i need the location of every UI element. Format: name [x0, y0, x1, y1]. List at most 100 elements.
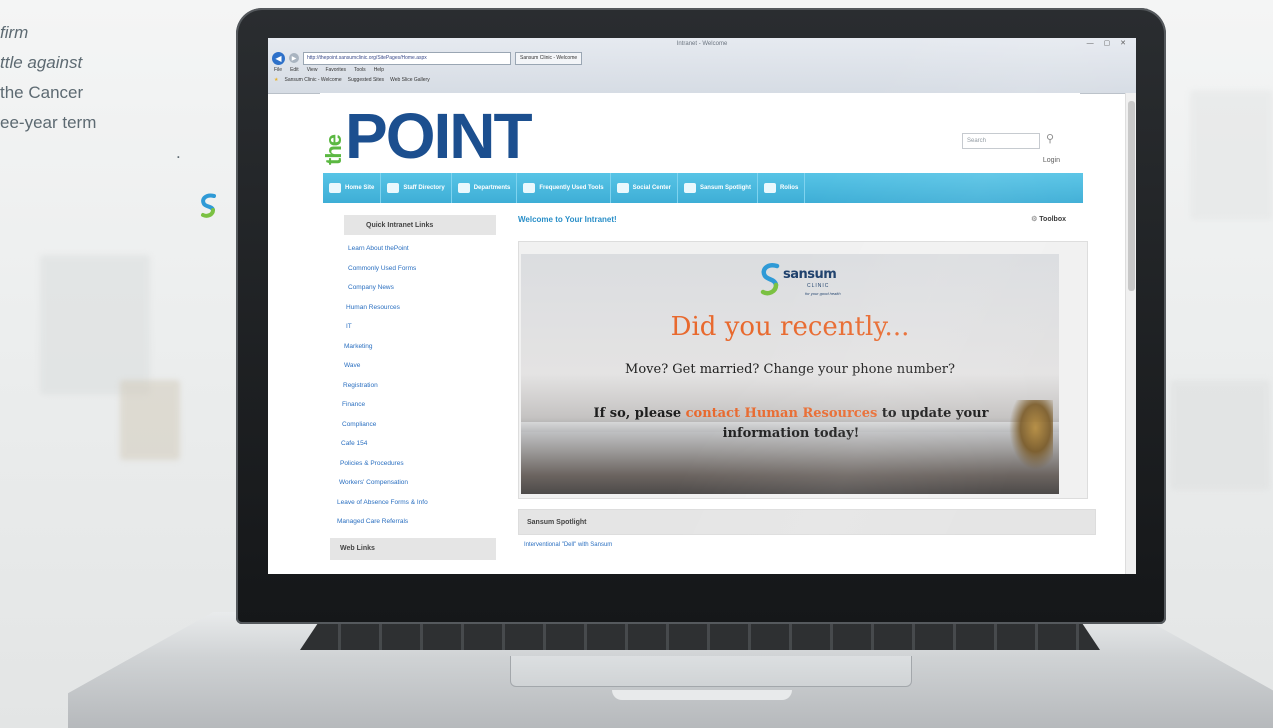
clinic-tagline: for your good health: [805, 291, 841, 296]
sansum-s-icon: [760, 263, 780, 296]
menu-edit[interactable]: Edit: [290, 67, 299, 73]
sidebar-link[interactable]: Finance: [330, 395, 496, 415]
menu-favorites[interactable]: Favorites: [325, 67, 346, 73]
nav-frequently-used-tools[interactable]: Frequently Used Tools: [517, 173, 611, 203]
background-frame: [40, 255, 150, 395]
sidebar-heading: Quick Intranet Links: [344, 215, 496, 235]
back-button[interactable]: ◀: [272, 51, 285, 65]
thepoint-logo[interactable]: the POINT: [321, 97, 533, 172]
nav-label: Departments: [473, 185, 511, 191]
intranet-page: the POINT Search ⚲ Login Home Site Staff…: [320, 93, 1096, 574]
sidebar-link[interactable]: Company News: [330, 278, 496, 298]
building-icon: [457, 183, 470, 193]
search-icon[interactable]: ⚲: [1046, 132, 1054, 145]
logo-the: the: [321, 135, 346, 165]
spotlight-heading: Sansum Spotlight: [518, 509, 1096, 535]
sidebar-link[interactable]: Compliance: [330, 415, 496, 435]
forward-button[interactable]: ▶: [289, 53, 299, 63]
hr-banner[interactable]: sansum CLINIC for your good health Did y…: [521, 254, 1059, 494]
people-icon: [387, 183, 400, 193]
scrollbar-thumb[interactable]: [1128, 101, 1135, 291]
heart-icon: [616, 183, 629, 193]
side-text-line: the Cancer: [0, 83, 84, 102]
banner-headline: Did you recently...: [670, 312, 910, 342]
laptop-trackpad: [510, 656, 912, 687]
sidebar-link[interactable]: Commonly Used Forms: [330, 259, 496, 279]
sidebar-link[interactable]: Wave: [330, 356, 496, 376]
banner-line-2-pre: If so, please: [593, 406, 686, 421]
favorites-bar: ★ Sansum Clinic - Welcome Suggested Site…: [274, 77, 430, 83]
side-text-line: firm: [0, 23, 29, 42]
nav-label: Home Site: [345, 185, 375, 191]
banner-line-2: If so, please contact Human Resources to…: [551, 404, 1031, 444]
browser-menu: File Edit View Favorites Tools Help: [274, 67, 384, 73]
browser-tab[interactable]: Sansum Clinic - Welcome: [515, 51, 583, 65]
side-text-line: ee-year term: [0, 113, 97, 132]
spotlight-link[interactable]: Interventional "Dell" with Sansum: [524, 542, 612, 548]
star-icon: [683, 183, 696, 193]
laptop-screen: Intranet - Welcome — ▢ ✕ ◀ ▶ http://thep…: [268, 38, 1136, 574]
window-title: Intranet - Welcome: [676, 41, 728, 47]
nav-sansum-spotlight[interactable]: Sansum Spotlight: [678, 173, 758, 203]
home-icon: [329, 183, 341, 193]
nav-social-center[interactable]: Social Center: [611, 173, 678, 203]
nav-rolios[interactable]: Rolios: [758, 173, 806, 203]
menu-file[interactable]: File: [274, 67, 282, 73]
nav-departments[interactable]: Departments: [452, 173, 518, 203]
toolbox-button[interactable]: ⚙ Toolbox: [1031, 215, 1066, 223]
nav-home-site[interactable]: Home Site: [323, 173, 382, 203]
contact-hr-link[interactable]: contact Human Resources: [686, 406, 878, 421]
side-text-line: ttle against: [0, 53, 83, 72]
nav-staff-directory[interactable]: Staff Directory: [381, 173, 452, 203]
search-input[interactable]: Search: [962, 133, 1040, 149]
nav-label: Frequently Used Tools: [539, 185, 604, 191]
banner-line-1: Move? Get married? Change your phone num…: [625, 362, 955, 377]
favorite-link[interactable]: Web Slice Gallery: [390, 77, 430, 83]
sidebar-link[interactable]: Learn About thePoint: [330, 239, 496, 259]
nav-label: Rolios: [779, 185, 799, 191]
nav-label: Social Center: [632, 185, 671, 191]
sansum-clinic-logo: sansum CLINIC for your good health: [757, 262, 857, 302]
sidebar-link[interactable]: Workers' Compensation: [330, 473, 496, 493]
menu-tools[interactable]: Tools: [354, 67, 366, 73]
background-frame: [1170, 380, 1270, 490]
address-bar[interactable]: http://thepoint.sansumclinic.org/SitePag…: [303, 51, 511, 65]
laptop-front-notch: [612, 690, 792, 700]
clinic-sub: CLINIC: [807, 283, 830, 289]
side-text-line: .: [176, 143, 181, 162]
sansum-s-icon: [201, 193, 216, 218]
main-navbar: Home Site Staff Directory Departments Fr…: [323, 173, 1083, 203]
browser-nav-row: ◀ ▶ http://thepoint.sansumclinic.org/Sit…: [272, 51, 1132, 65]
sidebar-link[interactable]: Marketing: [330, 337, 496, 357]
sidebar-link[interactable]: Leave of Absence Forms & Info: [330, 493, 496, 513]
favorite-link[interactable]: Suggested Sites: [348, 77, 384, 83]
star-icon: ★: [274, 77, 279, 83]
background-frame: [1190, 90, 1273, 220]
sidebar-link[interactable]: Cafe 154: [330, 434, 496, 454]
sidebar-link[interactable]: Managed Care Referrals: [330, 512, 496, 532]
sidebar: Quick Intranet Links Learn About thePoin…: [330, 215, 496, 560]
welcome-heading: Welcome to Your Intranet!: [518, 215, 617, 224]
nav-label: Staff Directory: [403, 185, 445, 191]
sidebar-heading-web-links: Web Links: [330, 537, 496, 560]
menu-view[interactable]: View: [307, 67, 318, 73]
sidebar-link[interactable]: IT: [330, 317, 496, 337]
sidebar-link[interactable]: Registration: [330, 376, 496, 396]
banner-frame: sansum CLINIC for your good health Did y…: [518, 241, 1088, 499]
toolbox-label: Toolbox: [1039, 216, 1066, 223]
page-scrollbar[interactable]: [1125, 93, 1136, 574]
favorite-link[interactable]: Sansum Clinic - Welcome: [284, 77, 341, 83]
sidebar-link[interactable]: Human Resources: [330, 298, 496, 318]
card-icon: [763, 183, 776, 193]
nav-label: Sansum Spotlight: [699, 185, 751, 191]
main-content: Welcome to Your Intranet! ⚙ Toolbox sans…: [518, 215, 1096, 548]
login-link[interactable]: Login: [1043, 157, 1060, 164]
logo-point: POINT: [345, 100, 533, 172]
clinic-name: sansum: [783, 267, 837, 282]
sidebar-links: Learn About thePoint Commonly Used Forms…: [330, 239, 496, 532]
tools-icon: [523, 183, 536, 193]
browser-chrome: Intranet - Welcome — ▢ ✕ ◀ ▶ http://thep…: [268, 38, 1136, 94]
menu-help[interactable]: Help: [374, 67, 384, 73]
sidebar-link[interactable]: Policies & Procedures: [330, 454, 496, 474]
window-controls[interactable]: — ▢ ✕: [1087, 39, 1130, 47]
